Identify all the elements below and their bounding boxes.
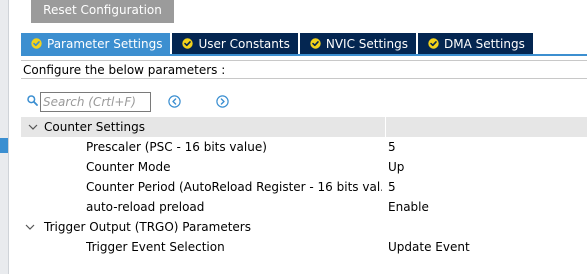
table-row[interactable]: Counter Mode Up <box>21 157 587 177</box>
chevron-down-icon[interactable] <box>28 123 38 131</box>
configure-banner: Configure the below parameters : <box>21 60 587 79</box>
param-value[interactable]: 5 <box>388 177 396 197</box>
param-value[interactable]: Update Event <box>388 237 470 257</box>
table-row[interactable]: Counter Period (AutoReload Register - 16… <box>21 177 587 197</box>
next-icon[interactable] <box>216 95 229 108</box>
group-row-trigger-output[interactable]: Trigger Output (TRGO) Parameters <box>21 217 587 237</box>
column-separator <box>385 117 386 137</box>
param-value[interactable]: Up <box>388 157 404 177</box>
tab-dma-settings[interactable]: DMA Settings <box>417 33 533 54</box>
previous-icon[interactable] <box>168 95 181 108</box>
tab-label: Parameter Settings <box>47 36 163 51</box>
param-label: Counter Mode <box>86 160 171 174</box>
tab-underline <box>21 54 587 56</box>
search-input[interactable] <box>40 92 151 112</box>
table-row[interactable]: Prescaler (PSC - 16 bits value) 5 <box>21 137 587 157</box>
check-circle-icon <box>182 38 194 49</box>
param-label: Prescaler (PSC - 16 bits value) <box>86 140 267 154</box>
tab-user-constants[interactable]: User Constants <box>172 33 298 54</box>
table-row[interactable]: auto-reload preload Enable <box>21 197 587 217</box>
tab-parameter-settings[interactable]: Parameter Settings <box>21 33 171 54</box>
tab-label: DMA Settings <box>443 36 525 51</box>
param-label: Counter Period (AutoReload Register - 16… <box>86 180 382 194</box>
tab-nvic-settings[interactable]: NVIC Settings <box>299 33 416 54</box>
check-circle-icon <box>31 38 42 49</box>
group-label: Counter Settings <box>44 120 145 134</box>
configure-text: Configure the below parameters : <box>23 63 226 77</box>
panel-divider[interactable] <box>8 0 9 274</box>
param-label: auto-reload preload <box>86 200 205 214</box>
chevron-down-icon[interactable] <box>25 223 35 231</box>
left-panel-strip <box>0 0 8 274</box>
table-row[interactable]: Trigger Event Selection Update Event <box>21 237 587 257</box>
parameter-table: Counter Settings Prescaler (PSC - 16 bit… <box>21 117 587 257</box>
search-icon <box>27 95 38 106</box>
check-circle-icon <box>428 38 439 49</box>
param-value[interactable]: 5 <box>388 137 396 157</box>
param-value[interactable]: Enable <box>388 197 429 217</box>
left-panel-marker[interactable] <box>0 138 8 153</box>
group-label: Trigger Output (TRGO) Parameters <box>44 220 251 234</box>
check-circle-icon <box>310 38 321 49</box>
reset-configuration-button[interactable]: Reset Configuration <box>31 0 174 23</box>
tab-label: User Constants <box>198 36 290 51</box>
tab-bar: Parameter Settings User Constants NVIC S… <box>21 33 535 54</box>
group-row-counter-settings[interactable]: Counter Settings <box>21 117 587 137</box>
tab-label: NVIC Settings <box>325 36 408 51</box>
param-label: Trigger Event Selection <box>86 240 225 254</box>
